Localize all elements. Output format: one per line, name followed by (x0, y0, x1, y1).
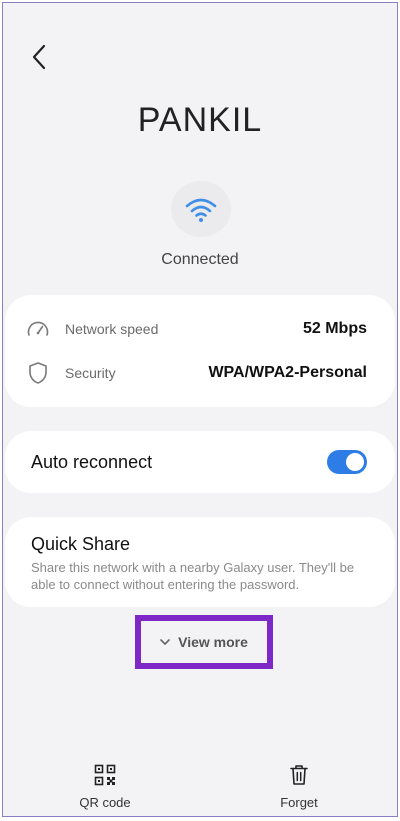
auto-reconnect-card[interactable]: Auto reconnect (5, 431, 395, 493)
network-speed-value: 52 Mbps (302, 320, 367, 337)
forget-button[interactable]: Forget (259, 763, 339, 810)
connection-status: Connected (161, 251, 239, 268)
qr-code-icon (93, 763, 117, 787)
forget-label: Forget (280, 795, 318, 810)
wifi-network-details-screen: PANKIL Connected Network speed 52 Mbps S… (2, 2, 398, 817)
wifi-status-badge (171, 181, 231, 237)
qr-code-button[interactable]: QR code (65, 763, 145, 810)
network-speed-label: Network speed (65, 321, 159, 337)
security-label: Security (65, 365, 116, 381)
network-name: PANKIL (137, 101, 263, 139)
wifi-icon (185, 198, 217, 222)
back-button[interactable] (25, 41, 53, 73)
quick-share-description: Share this network with a nearby Galaxy … (31, 560, 355, 592)
toggle-knob (346, 453, 364, 471)
shield-icon (25, 360, 51, 386)
network-speed-row: Network speed 52 Mbps (5, 309, 395, 349)
chevron-down-icon (160, 638, 170, 646)
quick-share-card[interactable]: Quick Share Share this network with a ne… (5, 517, 395, 607)
trash-icon (287, 763, 311, 787)
speedometer-icon (25, 316, 51, 342)
qr-code-label: QR code (79, 795, 131, 810)
security-value: WPA/WPA2-Personal (208, 364, 367, 381)
chevron-left-icon (32, 44, 46, 70)
auto-reconnect-toggle[interactable] (327, 450, 367, 474)
network-info-card: Network speed 52 Mbps Security WPA/WPA2-… (5, 295, 395, 407)
view-more-button[interactable]: View more (141, 621, 267, 663)
quick-share-title: Quick Share (31, 534, 131, 554)
auto-reconnect-label: Auto reconnect (31, 451, 153, 472)
security-row: Security WPA/WPA2-Personal (5, 353, 395, 393)
view-more-label: View more (178, 634, 248, 650)
